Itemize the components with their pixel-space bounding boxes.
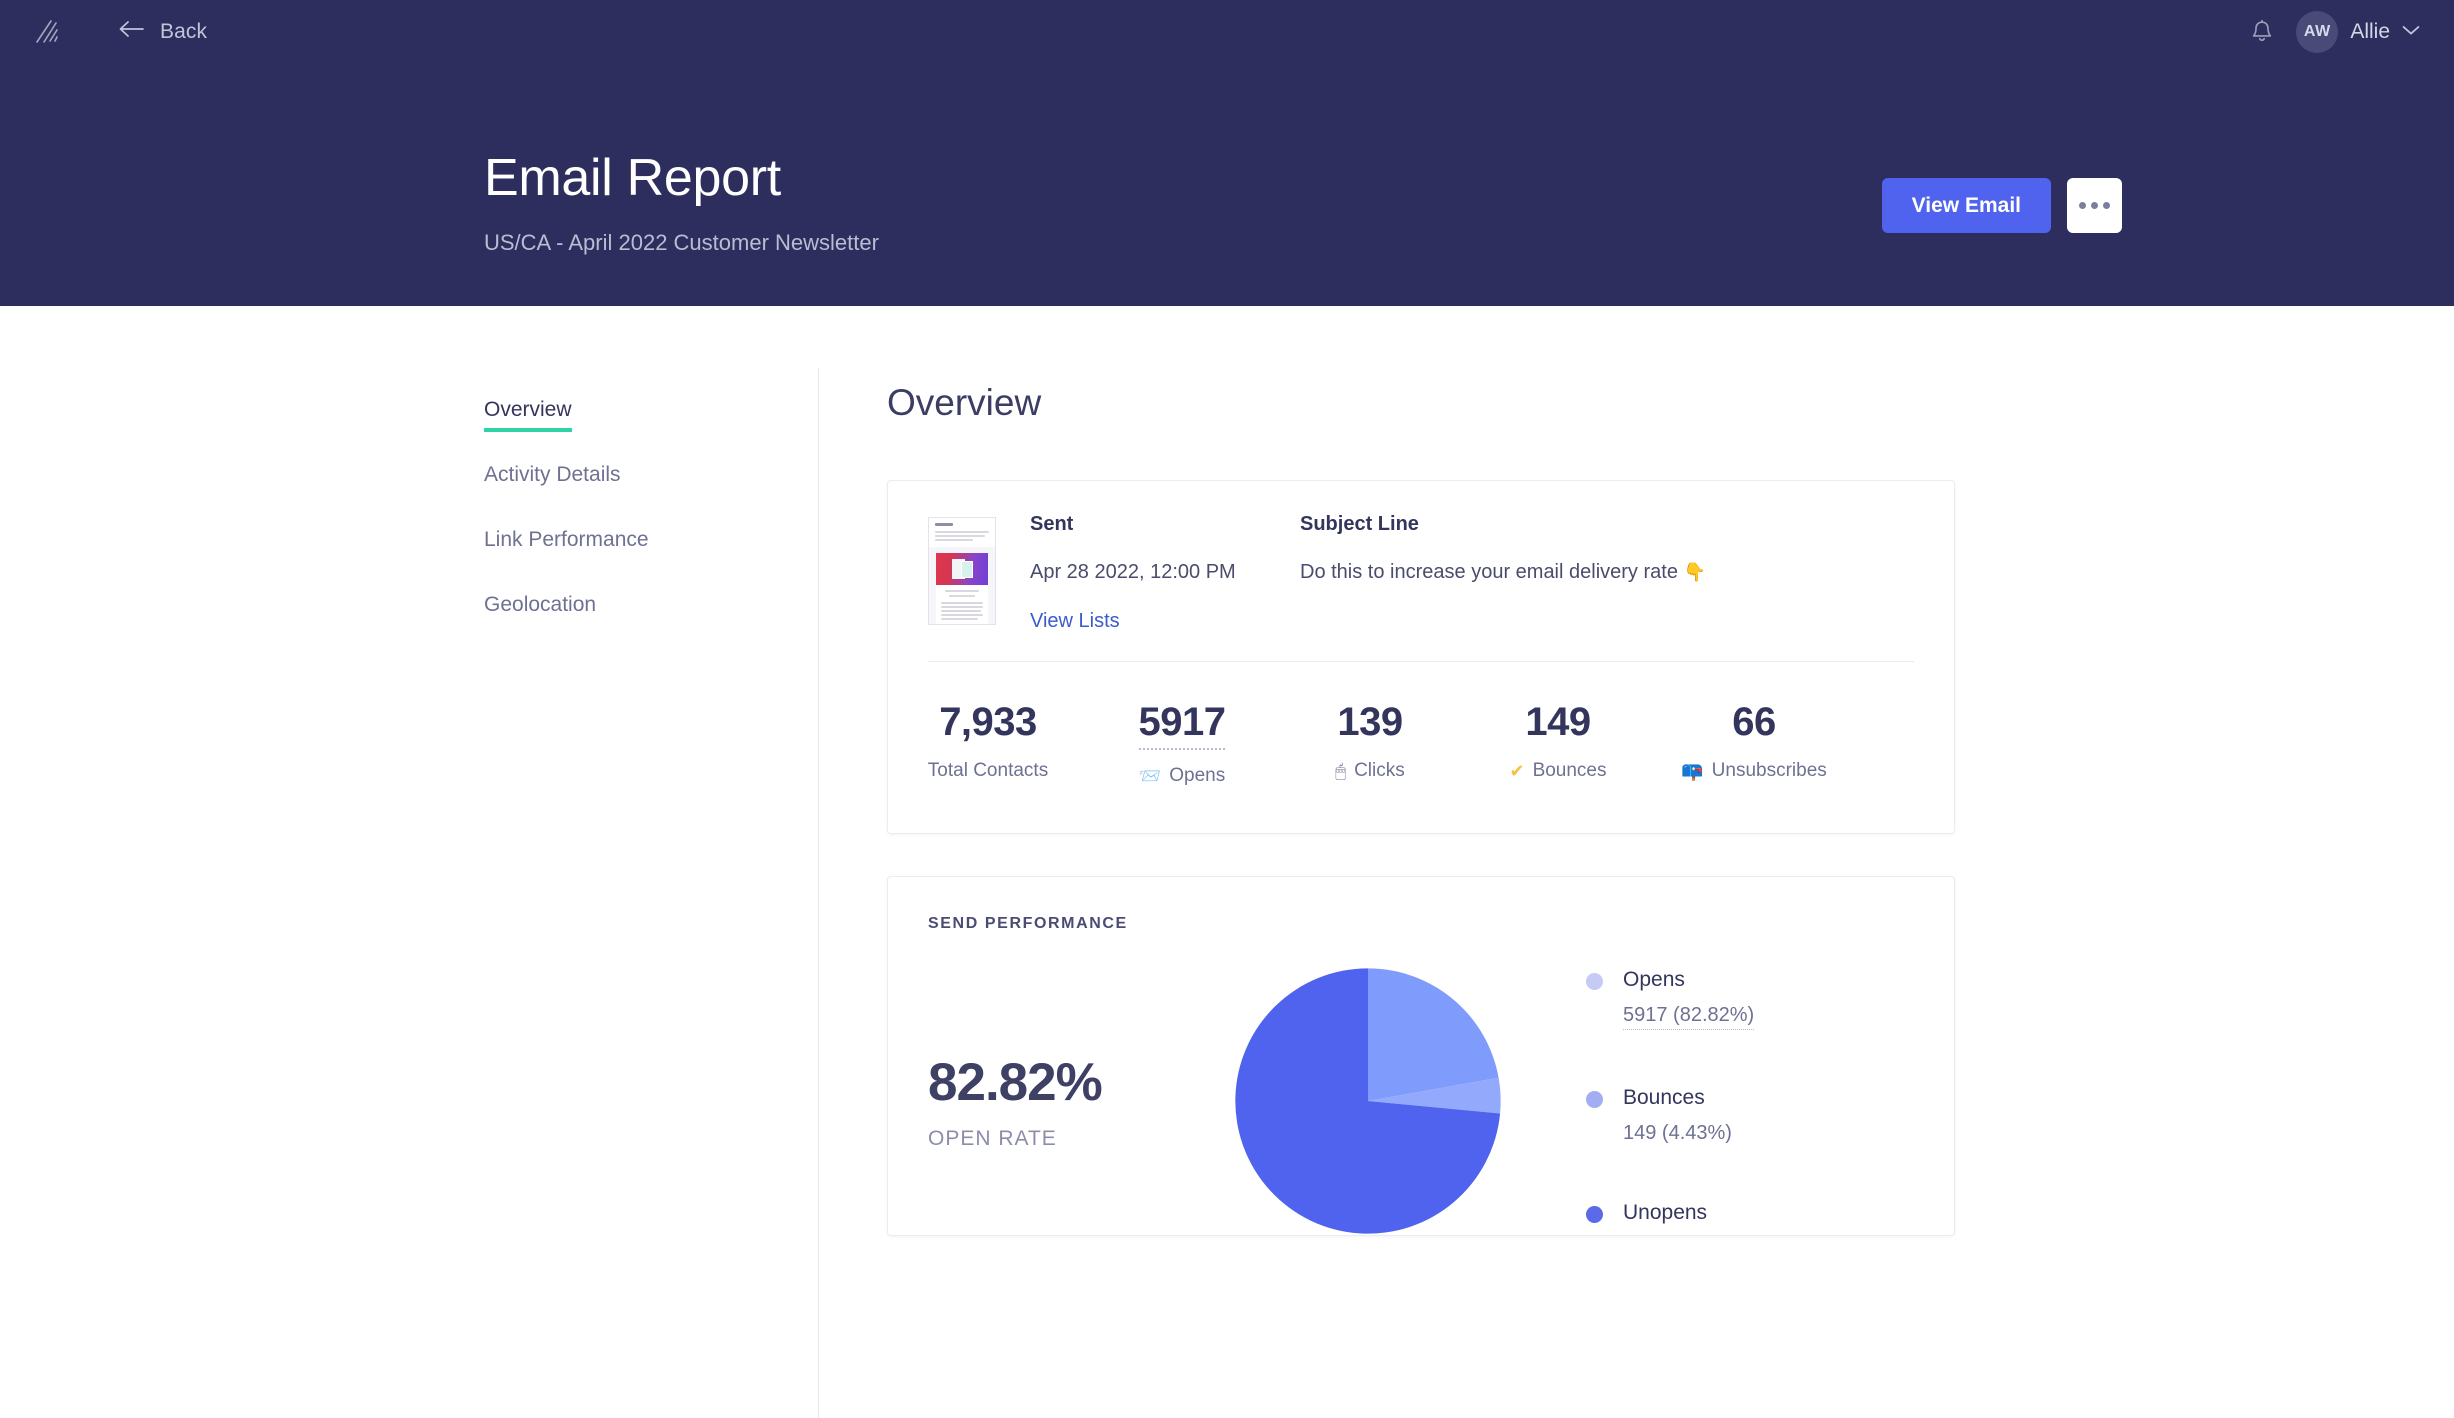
thumbnail-logo	[935, 523, 953, 526]
stat-label: Total Contacts	[888, 760, 1088, 782]
stat-total-contacts: 7,933 Total Contacts	[888, 700, 1088, 787]
report-sidebar: Overview Activity Details Link Performan…	[484, 368, 819, 1418]
page-body: Overview Activity Details Link Performan…	[0, 306, 2454, 1418]
subject-line-label: Subject Line	[1300, 513, 1419, 535]
sidebar-item-geolocation[interactable]: Geolocation	[484, 593, 596, 627]
stat-label-text: Bounces	[1532, 760, 1607, 781]
back-button[interactable]: Back	[118, 20, 207, 44]
send-performance-card: SEND PERFORMANCE 82.82% OPEN RATE Opens …	[887, 876, 1955, 1236]
stat-label-text: Total Contacts	[927, 760, 1049, 781]
hero-action-buttons: View Email	[1881, 178, 2122, 233]
sidebar-item-label: Geolocation	[484, 593, 597, 616]
thumbnail-content-block	[936, 585, 988, 624]
thumbnail-header	[929, 518, 995, 547]
legend-color-swatch	[1586, 972, 1603, 990]
page-title: Email Report	[484, 149, 781, 207]
nav-right-cluster: AW Allie	[2250, 11, 2420, 53]
pie-chart-legend: Opens 5917 (82.82%) Bounces 149 (4.43%)	[1586, 967, 1755, 1235]
subject-column: Subject Line Do this to increase your em…	[1300, 513, 1706, 633]
section-title-overview: Overview	[887, 382, 1042, 423]
stat-value: 139	[1337, 700, 1403, 744]
legend-item-bounces: Bounces 149 (4.43%)	[1586, 1086, 1754, 1145]
email-preview-thumbnail[interactable]	[928, 517, 996, 625]
email-summary-card: Sent Apr 28 2022, 12:00 PM View Lists Su…	[887, 480, 1955, 834]
ellipsis-icon-dot	[2079, 202, 2086, 209]
sidebar-item-activity-details[interactable]: Activity Details	[484, 463, 621, 497]
subject-line-value: Do this to increase your email delivery …	[1300, 561, 1706, 584]
stat-value[interactable]: 5917	[1138, 700, 1226, 750]
open-rate-label: OPEN RATE	[928, 1126, 1057, 1150]
sidebar-item-label: Overview	[484, 398, 572, 421]
sent-column: Sent Apr 28 2022, 12:00 PM View Lists	[1030, 513, 1266, 633]
user-menu[interactable]: AW Allie	[2296, 11, 2420, 53]
legend-label: Unopens	[1623, 1200, 1708, 1224]
check-mark-icon: ✔	[1509, 761, 1525, 781]
user-name-label: Allie	[2350, 20, 2390, 43]
page-subtitle: US/CA - April 2022 Customer Newsletter	[484, 230, 879, 255]
open-rate-block: 82.82% OPEN RATE	[928, 1052, 1208, 1151]
pointing-down-hand-icon: 👇	[1683, 562, 1706, 582]
stat-label-text: Clicks	[1354, 760, 1405, 781]
sidebar-item-link-performance[interactable]: Link Performance	[484, 528, 649, 562]
stat-label: 📨 Opens	[1088, 765, 1276, 787]
legend-label: Opens	[1623, 967, 1685, 991]
legend-color-swatch	[1586, 1090, 1603, 1108]
summary-top-row: Sent Apr 28 2022, 12:00 PM View Lists Su…	[888, 481, 1954, 661]
legend-value[interactable]: 5917 (82.82%)	[1623, 1004, 1755, 1030]
bell-icon[interactable]	[2250, 19, 2274, 45]
sidebar-nav-list: Overview Activity Details Link Performan…	[484, 398, 818, 658]
send-performance-body: 82.82% OPEN RATE Opens 5917 (82.82%) Bou…	[888, 933, 1954, 1235]
legend-label: Bounces	[1623, 1085, 1705, 1109]
summary-stats-row: 7,933 Total Contacts 5917 📨 Opens 139 🖱	[888, 662, 1954, 833]
thumbnail-body	[929, 547, 995, 624]
report-main-content: Overview Sent Apr 28 2022, 12:00 PM View…	[819, 368, 2454, 1418]
stat-value: 149	[1525, 700, 1591, 744]
avatar[interactable]: AW	[2296, 11, 2339, 53]
send-performance-label: SEND PERFORMANCE	[928, 915, 1128, 932]
arrow-left-icon	[118, 20, 144, 44]
page-hero-header: Email Report US/CA - April 2022 Customer…	[0, 64, 2454, 306]
view-email-button[interactable]: View Email	[1881, 178, 2051, 233]
legend-item-opens: Opens 5917 (82.82%)	[1586, 967, 1755, 1030]
thumbnail-hero-image	[936, 553, 988, 585]
sidebar-item-overview[interactable]: Overview	[484, 398, 572, 432]
chevron-down-icon	[2402, 23, 2420, 41]
incoming-envelope-icon: 📨	[1138, 766, 1162, 786]
legend-item-unopens: Unopens	[1586, 1201, 1754, 1225]
top-navigation-bar: Back AW Allie	[0, 0, 2454, 64]
stat-opens: 5917 📨 Opens	[1088, 700, 1276, 787]
subject-line-text: Do this to increase your email delivery …	[1300, 561, 1678, 583]
stat-label: ✔ Bounces	[1464, 760, 1652, 782]
stat-label: 🖱 Clicks	[1276, 760, 1464, 782]
thumbnail-text-lines	[935, 531, 989, 541]
sendgrid-slash-logo-icon[interactable]	[24, 10, 68, 54]
more-options-button[interactable]	[2067, 178, 2122, 233]
open-rate-value: 82.82%	[928, 1052, 1103, 1112]
pie-slice[interactable]	[1368, 968, 1499, 1101]
view-lists-link[interactable]: View Lists	[1030, 610, 1120, 633]
send-performance-pie-chart[interactable]	[1218, 967, 1518, 1235]
pie-svg	[1235, 968, 1501, 1234]
stat-label-text: Opens	[1169, 765, 1226, 786]
stat-bounces: 149 ✔ Bounces	[1464, 700, 1652, 787]
sent-label: Sent	[1030, 513, 1074, 535]
stat-value: 66	[1732, 700, 1776, 744]
stat-unsubscribes: 66 📪 Unsubscribes	[1652, 700, 1856, 787]
sidebar-item-label: Link Performance	[484, 528, 649, 551]
stat-label: 📪 Unsubscribes	[1652, 760, 1856, 782]
stat-clicks: 139 🖱 Clicks	[1276, 700, 1464, 787]
legend-color-swatch	[1586, 1205, 1603, 1223]
ellipsis-icon-dot	[2103, 202, 2110, 209]
sent-value: Apr 28 2022, 12:00 PM	[1030, 561, 1236, 583]
back-label: Back	[160, 20, 208, 43]
ellipsis-icon-dot	[2091, 202, 2098, 209]
stat-label-text: Unsubscribes	[1711, 760, 1827, 781]
closed-mailbox-icon: 📪	[1681, 761, 1704, 781]
legend-value: 149 (4.43%)	[1623, 1121, 1732, 1144]
mouse-pointer-icon: 🖱	[1335, 761, 1347, 781]
stat-value: 7,933	[939, 700, 1037, 744]
sidebar-item-label: Activity Details	[484, 463, 621, 486]
